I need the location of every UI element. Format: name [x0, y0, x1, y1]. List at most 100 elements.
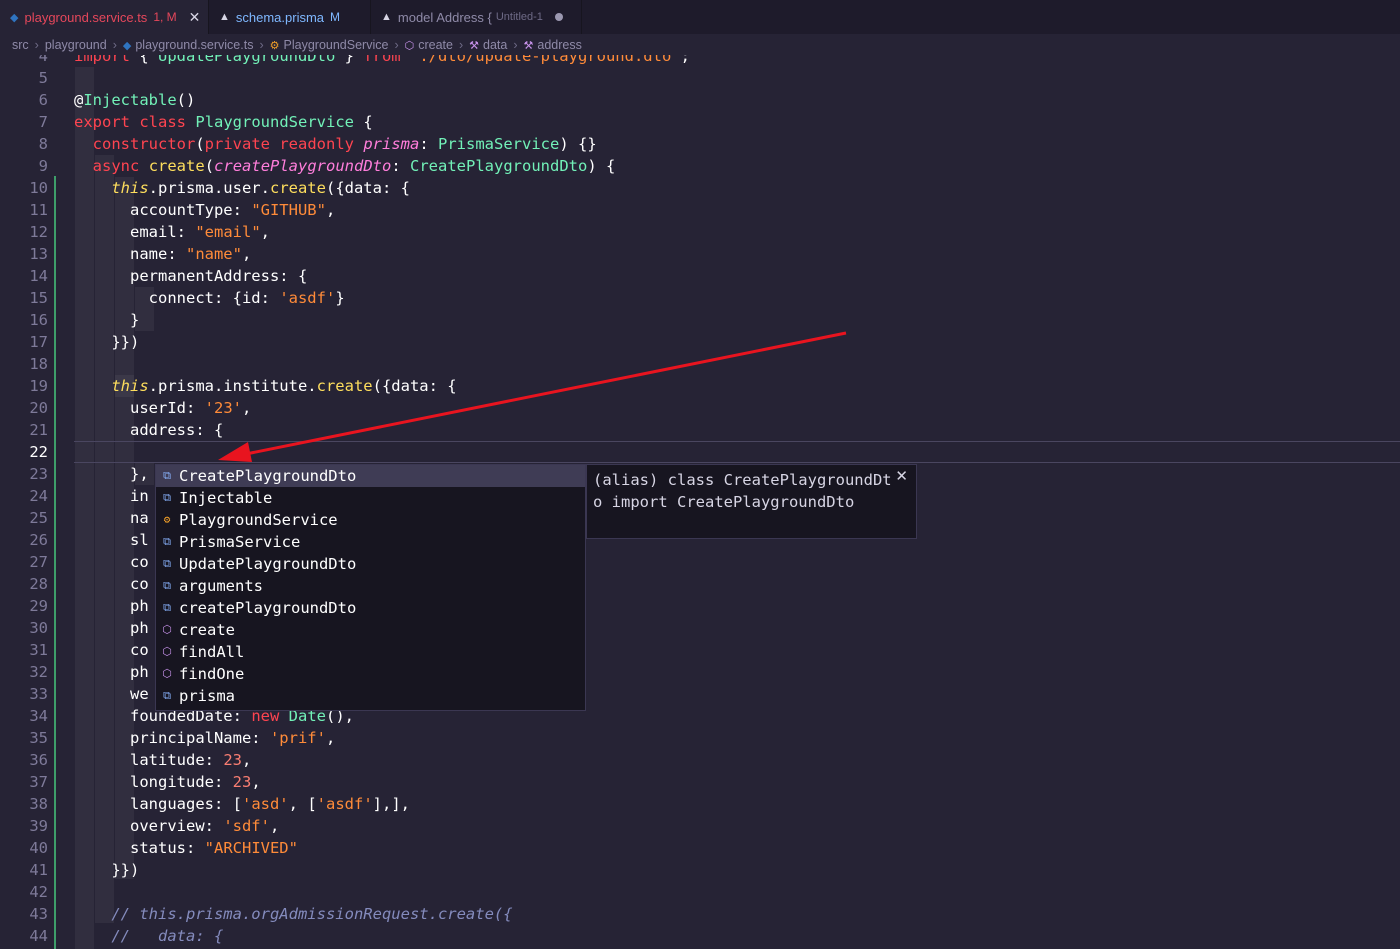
- code-text[interactable]: principalName: 'prif',: [74, 727, 335, 749]
- breadcrumb-item[interactable]: ◆ playground.service.ts: [123, 38, 254, 52]
- suggestion-item[interactable]: ⬡ findAll: [156, 641, 585, 663]
- breadcrumb-label: playground: [44, 37, 107, 52]
- tab-2[interactable]: ▲ model Address {Untitled-1: [371, 0, 582, 34]
- code-text[interactable]: co: [74, 573, 149, 595]
- prisma-ts-file-icon: ◆: [10, 11, 19, 24]
- code-text[interactable]: // data: {: [74, 925, 223, 947]
- suggestion-item[interactable]: ⧉ PrismaService: [156, 531, 585, 553]
- suggestion-label: PlaygroundService: [179, 511, 338, 529]
- code-text[interactable]: overview: 'sdf',: [74, 815, 279, 837]
- code-text[interactable]: ph: [74, 595, 149, 617]
- suggestion-label: CreatePlaygroundDto: [179, 467, 357, 485]
- tab-1[interactable]: ▲ schema.prisma M: [209, 0, 371, 34]
- line-number: 44: [29, 927, 48, 945]
- code-text[interactable]: address: {: [74, 419, 223, 441]
- ts-file-icon: ◆: [122, 39, 132, 52]
- code-text[interactable]: userId: '23',: [74, 397, 251, 419]
- breadcrumb-item[interactable]: ⚙ PlaygroundService: [270, 38, 389, 52]
- breadcrumb-item[interactable]: ⚒ address: [524, 38, 582, 52]
- code-text[interactable]: name: "name",: [74, 243, 251, 265]
- code-line: 20 userId: '23',: [0, 397, 1400, 419]
- line-number: 43: [29, 905, 48, 923]
- suggestion-item[interactable]: ⧉ createPlaygroundDto: [156, 597, 585, 619]
- suggestion-item[interactable]: ⚙ PlaygroundService: [156, 509, 585, 531]
- suggestion-label: Injectable: [179, 489, 273, 507]
- code-text[interactable]: sl: [74, 529, 149, 551]
- breadcrumb-item[interactable]: playground: [45, 38, 107, 52]
- code-text[interactable]: }}): [74, 859, 139, 881]
- code-text[interactable]: // this.prisma.orgAdmissionRequest.creat…: [74, 903, 512, 925]
- chevron-right-icon: ›: [513, 37, 518, 52]
- code-line: 6 @Injectable(): [0, 89, 1400, 111]
- tab-modified-badge: M: [330, 10, 341, 24]
- line-number: 8: [38, 135, 48, 153]
- code-text[interactable]: ph: [74, 661, 149, 683]
- line-number: 39: [29, 817, 48, 835]
- suggestion-item[interactable]: ⬡ findOne: [156, 663, 585, 685]
- tab-bar: ◆ playground.service.ts 1, M ✕ ▲ schema.prism…: [0, 0, 1400, 34]
- code-text[interactable]: async create(createPlaygroundDto: Create…: [74, 155, 616, 177]
- code-text[interactable]: }}): [74, 331, 139, 353]
- class-icon: ⚙: [163, 513, 171, 526]
- line-number: 6: [38, 91, 48, 109]
- code-text[interactable]: @Injectable(): [74, 89, 195, 111]
- code-text[interactable]: longitude: 23,: [74, 771, 261, 793]
- close-icon[interactable]: ✕: [895, 467, 908, 485]
- method-icon: ⬡: [162, 667, 172, 680]
- code-text[interactable]: in: [74, 485, 149, 507]
- method-icon: ⬡: [404, 39, 415, 52]
- suggestion-item[interactable]: ⬡ create: [156, 619, 585, 641]
- suggestion-label: UpdatePlaygroundDto: [179, 555, 357, 573]
- line-number: 20: [29, 399, 48, 417]
- suggestion-label: prisma: [179, 687, 235, 705]
- close-icon[interactable]: ✕: [189, 9, 201, 26]
- code-text[interactable]: accountType: "GITHUB",: [74, 199, 335, 221]
- method-icon: ⬡: [162, 623, 172, 636]
- code-text[interactable]: connect: {id: 'asdf'}: [74, 287, 345, 309]
- variable-icon: ⧉: [163, 601, 171, 614]
- code-text[interactable]: export class PlaygroundService {: [74, 111, 373, 133]
- class-icon: ⚙: [269, 39, 280, 52]
- code-text[interactable]: }: [74, 309, 139, 331]
- line-number: 18: [29, 355, 48, 373]
- line-number: 16: [29, 311, 48, 329]
- suggestion-item[interactable]: ⧉ prisma: [156, 685, 585, 707]
- code-line: 39 overview: 'sdf',: [0, 815, 1400, 837]
- code-line: 35 principalName: 'prif',: [0, 727, 1400, 749]
- code-text[interactable]: we: [74, 683, 149, 705]
- code-text[interactable]: co: [74, 639, 149, 661]
- breadcrumb-item[interactable]: ⚒ data: [469, 38, 507, 52]
- line-number: 35: [29, 729, 48, 747]
- suggestion-item[interactable]: ⧉ UpdatePlaygroundDto: [156, 553, 585, 575]
- code-text[interactable]: latitude: 23,: [74, 749, 251, 771]
- chevron-right-icon: ›: [259, 37, 264, 52]
- suggestion-item[interactable]: ⧉ arguments: [156, 575, 585, 597]
- suggestion-item[interactable]: ⧉ CreatePlaygroundDto: [156, 465, 585, 487]
- code-text[interactable]: ph: [74, 617, 149, 639]
- line-number: 31: [29, 641, 48, 659]
- line-number: 40: [29, 839, 48, 857]
- wrench-icon: ⚒: [469, 39, 480, 52]
- breadcrumb-item[interactable]: src: [12, 38, 29, 52]
- code-text[interactable]: this.prisma.institute.create({data: {: [74, 375, 456, 397]
- code-text[interactable]: status: "ARCHIVED": [74, 837, 298, 859]
- code-text[interactable]: permanentAddress: {: [74, 265, 307, 287]
- code-text[interactable]: na: [74, 507, 149, 529]
- code-text[interactable]: constructor(private readonly prisma: Pri…: [74, 133, 597, 155]
- suggestion-item[interactable]: ⧉ Injectable: [156, 487, 585, 509]
- line-number: 12: [29, 223, 48, 241]
- suggestion-widget[interactable]: ⧉ CreatePlaygroundDto ⧉ Injectable ⚙ Playgrou…: [155, 464, 586, 711]
- line-number: 41: [29, 861, 48, 879]
- code-text[interactable]: co: [74, 551, 149, 573]
- code-text[interactable]: },: [74, 463, 149, 485]
- unsaved-dot-icon[interactable]: [554, 13, 563, 21]
- tab-0[interactable]: ◆ playground.service.ts 1, M ✕: [0, 0, 209, 34]
- breadcrumb-item[interactable]: ⬡ create: [405, 38, 453, 52]
- code-text[interactable]: languages: ['asd', ['asdf'],],: [74, 793, 410, 815]
- chevron-right-icon: ›: [112, 37, 117, 52]
- line-number: 21: [29, 421, 48, 439]
- code-text[interactable]: import { UpdatePlaygroundDto } from './d…: [74, 55, 690, 67]
- code-text[interactable]: email: "email",: [74, 221, 270, 243]
- code-text[interactable]: this.prisma.user.create({data: {: [74, 177, 410, 199]
- tab-modified-badge: 1, M: [153, 10, 177, 24]
